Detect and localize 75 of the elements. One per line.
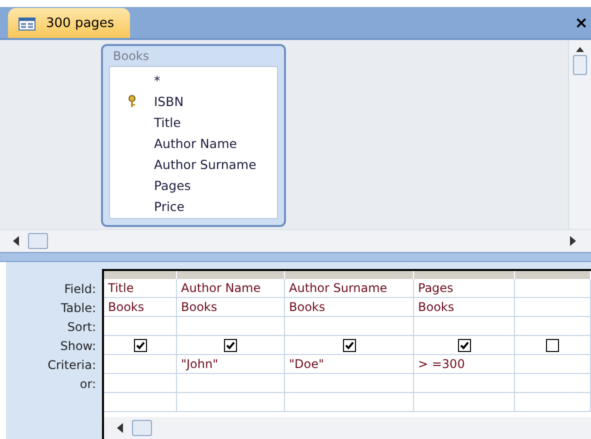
grid-cell[interactable] bbox=[414, 374, 515, 393]
grid-cell[interactable] bbox=[285, 374, 414, 393]
grid-cell[interactable] bbox=[104, 355, 177, 374]
grid-cell[interactable] bbox=[414, 393, 515, 412]
grid-cell[interactable] bbox=[414, 317, 515, 336]
grid-scrollbar[interactable] bbox=[104, 417, 591, 439]
row-label: Field: bbox=[64, 282, 96, 296]
row-label: Table: bbox=[60, 300, 96, 314]
grid-cell[interactable]: "Doe" bbox=[285, 355, 414, 374]
grid-cell[interactable] bbox=[515, 374, 591, 393]
close-button[interactable]: × bbox=[574, 14, 588, 32]
column-selector[interactable] bbox=[515, 271, 591, 279]
grid-cell[interactable] bbox=[515, 279, 591, 298]
grid-cell[interactable] bbox=[285, 317, 414, 336]
grid-cell[interactable] bbox=[515, 355, 591, 374]
grid-cell[interactable] bbox=[515, 336, 591, 355]
column-selector[interactable] bbox=[177, 271, 285, 279]
tab-title: 300 pages bbox=[46, 16, 114, 30]
grid-cell[interactable] bbox=[104, 393, 177, 412]
grid-cell[interactable]: Books bbox=[285, 298, 414, 317]
scroll-thumb[interactable] bbox=[573, 55, 587, 75]
field-name[interactable]: * bbox=[154, 73, 160, 88]
field-name[interactable]: Author Name bbox=[154, 136, 237, 151]
grid-cell[interactable] bbox=[285, 336, 414, 355]
field-name[interactable]: Title bbox=[154, 115, 181, 130]
scroll-thumb[interactable] bbox=[132, 420, 152, 436]
scroll-left-arrow-icon[interactable] bbox=[12, 235, 20, 247]
grid-cell[interactable]: Author Surname bbox=[285, 279, 414, 298]
grid-cell[interactable]: Title bbox=[104, 279, 177, 298]
show-checkbox[interactable] bbox=[224, 338, 237, 352]
column-selector[interactable] bbox=[285, 271, 414, 279]
grid-cell[interactable] bbox=[104, 317, 177, 336]
grid-cell[interactable] bbox=[285, 393, 414, 412]
column-selector[interactable] bbox=[414, 271, 515, 279]
horizontal-scrollbar[interactable] bbox=[0, 229, 591, 252]
row-label: Show: bbox=[60, 338, 96, 352]
table-box[interactable]: Books * ISBN Title Author Name Author Surname Pages Price bbox=[101, 44, 286, 227]
scroll-right-arrow-icon[interactable] bbox=[569, 235, 577, 247]
document-tab[interactable]: 300 pages bbox=[8, 8, 130, 38]
grid-cell[interactable] bbox=[414, 336, 515, 355]
grid-cell[interactable]: Pages bbox=[414, 279, 515, 298]
row-label: or: bbox=[80, 376, 96, 390]
scroll-left-arrow-icon[interactable] bbox=[116, 422, 124, 434]
show-checkbox[interactable] bbox=[458, 338, 470, 352]
field-name[interactable]: Author Surname bbox=[154, 157, 256, 172]
table-title: Books bbox=[112, 48, 150, 65]
grid-cell[interactable] bbox=[515, 298, 591, 317]
grid-cell[interactable] bbox=[104, 374, 177, 393]
grid-cell[interactable]: Author Name bbox=[177, 279, 285, 298]
grid-cell[interactable] bbox=[177, 317, 285, 336]
query-icon bbox=[18, 15, 36, 31]
show-checkbox[interactable] bbox=[342, 338, 356, 352]
scroll-up-arrow-icon[interactable] bbox=[575, 46, 585, 52]
field-name[interactable]: ISBN bbox=[154, 94, 184, 109]
grid-cell[interactable] bbox=[177, 393, 285, 412]
scroll-thumb[interactable] bbox=[28, 233, 48, 249]
column-selector[interactable] bbox=[104, 271, 177, 279]
grid-cell[interactable] bbox=[177, 336, 285, 355]
grid-cell[interactable] bbox=[515, 317, 591, 336]
pane-splitter[interactable] bbox=[0, 252, 591, 262]
grid-cell[interactable] bbox=[515, 393, 591, 412]
row-label: Sort: bbox=[67, 320, 96, 334]
grid-cell[interactable] bbox=[104, 336, 177, 355]
field-name[interactable]: Price bbox=[154, 199, 184, 214]
field-name[interactable]: Pages bbox=[154, 178, 191, 193]
grid-cell[interactable]: Books bbox=[177, 298, 285, 317]
row-label: Criteria: bbox=[48, 358, 96, 372]
grid-cell[interactable] bbox=[177, 374, 285, 393]
grid-cell[interactable]: "John" bbox=[177, 355, 285, 374]
show-checkbox[interactable] bbox=[134, 338, 146, 352]
grid-cell[interactable]: Books bbox=[104, 298, 177, 317]
grid-cell[interactable]: Books bbox=[414, 298, 515, 317]
show-checkbox[interactable] bbox=[546, 338, 559, 352]
vertical-scrollbar[interactable] bbox=[568, 40, 591, 229]
grid-cell[interactable]: > =300 bbox=[414, 355, 515, 374]
